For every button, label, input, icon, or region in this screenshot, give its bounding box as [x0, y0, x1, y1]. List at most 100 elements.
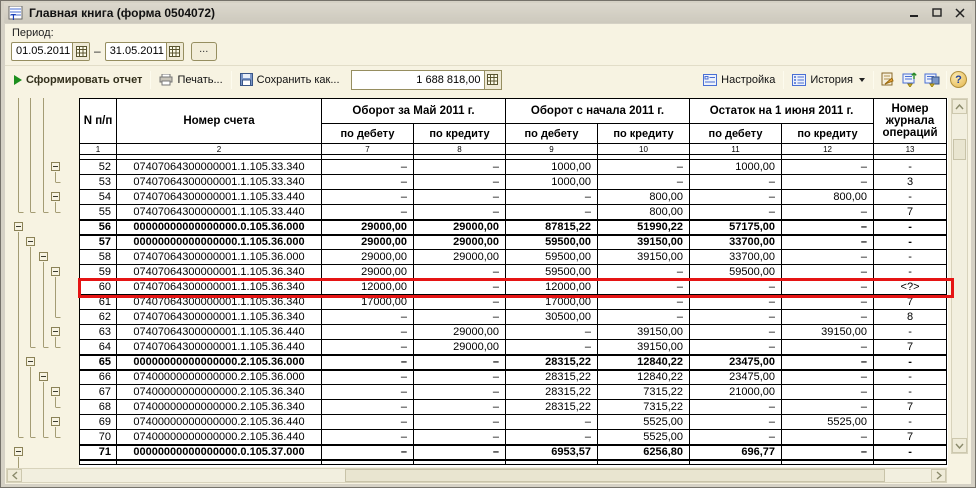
scroll-down-icon[interactable]	[952, 438, 967, 453]
open-settings-button[interactable]	[877, 70, 899, 90]
amount-cell[interactable]: –	[781, 353, 875, 371]
table-row[interactable]: 55 07407064300000001.1.105.33.440– – –800,0…	[79, 204, 948, 220]
amount-cell[interactable]: 12840,22	[596, 353, 691, 371]
row-number-cell[interactable]: 53	[79, 174, 117, 190]
amount-cell[interactable]: 12000,00	[321, 279, 414, 295]
amount-cell[interactable]: –	[781, 204, 875, 220]
group-collapse-toggle[interactable]	[39, 252, 48, 261]
amount-cell[interactable]: –	[413, 414, 506, 430]
table-row[interactable]: 57 00000000000000000.1.105.36.000 29000,00…	[79, 234, 948, 250]
scroll-up-icon[interactable]	[952, 99, 967, 114]
period-from-value[interactable]: 01.05.2011	[12, 43, 72, 60]
journal-cell[interactable]: -	[873, 384, 948, 400]
journal-cell[interactable]: 7	[873, 204, 948, 220]
amount-cell[interactable]: 5525,00	[781, 414, 875, 430]
amount-cell[interactable]: –	[689, 294, 783, 310]
amount-cell[interactable]: –	[689, 399, 783, 415]
amount-cell[interactable]: 39150,00	[781, 324, 875, 340]
amount-cell[interactable]: –	[781, 294, 875, 310]
amount-cell[interactable]: –	[781, 279, 875, 295]
calendar-icon[interactable]	[165, 42, 183, 60]
amount-cell[interactable]: 28315,22	[505, 369, 598, 385]
table-row[interactable]: 68 07400000000000000.2.105.36.340– –28315,…	[79, 399, 948, 415]
amount-cell[interactable]: –	[505, 204, 598, 220]
account-cell[interactable]: 07407064300000001.1.105.36.340	[116, 309, 322, 325]
account-cell[interactable]: 07407064300000001.1.105.36.340	[116, 264, 322, 280]
amount-cell[interactable]: 59500,00	[689, 264, 783, 280]
account-cell[interactable]: 00000000000000000.0.105.36.000	[116, 218, 322, 236]
amount-cell[interactable]: –	[321, 159, 414, 175]
account-cell[interactable]: 07400000000000000.2.105.36.340	[116, 399, 322, 415]
history-button[interactable]: История	[787, 71, 870, 89]
journal-cell[interactable]: <?>	[873, 279, 948, 295]
period-more-button[interactable]: ...	[190, 41, 217, 61]
minimize-button[interactable]	[907, 7, 920, 19]
amount-cell[interactable]: 6256,80	[596, 443, 691, 461]
row-number-cell[interactable]: 69	[79, 414, 117, 430]
table-row[interactable]: 56 00000000000000000.0.105.36.000 29000,00…	[79, 218, 948, 236]
group-collapse-toggle[interactable]	[39, 372, 48, 381]
account-cell[interactable]: 00000000000000000.2.105.36.000	[116, 353, 322, 371]
account-cell[interactable]: 07407064300000001.1.105.36.440	[116, 324, 322, 340]
calendar-icon[interactable]	[72, 42, 89, 60]
amount-cell[interactable]: –	[321, 189, 414, 205]
amount-cell[interactable]: –	[413, 429, 506, 445]
amount-cell[interactable]: –	[321, 414, 414, 430]
amount-cell[interactable]: –	[321, 384, 414, 400]
amount-cell[interactable]: –	[596, 264, 691, 280]
journal-cell[interactable]: 8	[873, 309, 948, 325]
amount-cell[interactable]: –	[781, 234, 875, 250]
amount-field[interactable]: 1 688 818,00	[350, 69, 502, 90]
amount-cell[interactable]: 7315,22	[596, 399, 691, 415]
amount-cell[interactable]: 51990,22	[596, 218, 691, 236]
group-collapse-toggle[interactable]	[51, 417, 60, 426]
row-number-cell[interactable]: 55	[79, 204, 117, 220]
vertical-scroll-thumb[interactable]	[953, 139, 966, 160]
row-number-cell[interactable]: 67	[79, 384, 117, 400]
table-row[interactable]: 64 07407064300000001.1.105.36.440–29000,0…	[79, 339, 948, 355]
row-number-cell[interactable]: 57	[79, 234, 117, 250]
group-collapse-toggle[interactable]	[26, 237, 35, 246]
amount-cell[interactable]: 29000,00	[321, 264, 414, 280]
amount-cell[interactable]: 5525,00	[596, 414, 691, 430]
period-to-field[interactable]: 31.05.2011	[104, 41, 184, 61]
amount-cell[interactable]: 87815,22	[505, 218, 598, 236]
amount-cell[interactable]: 39150,00	[596, 324, 691, 340]
maximize-button[interactable]	[930, 7, 943, 19]
amount-cell[interactable]: –	[321, 309, 414, 325]
account-cell[interactable]: 00000000000000000.0.105.37.000	[116, 443, 322, 461]
account-cell[interactable]: 07407064300000001.1.105.33.340	[116, 174, 322, 190]
amount-cell[interactable]: 800,00	[596, 189, 691, 205]
amount-cell[interactable]: 29000,00	[413, 249, 506, 265]
amount-cell[interactable]: 33700,00	[689, 249, 783, 265]
amount-cell[interactable]: –	[781, 309, 875, 325]
amount-cell[interactable]: 29000,00	[413, 339, 506, 355]
amount-cell[interactable]: 30500,00	[505, 309, 598, 325]
table-row[interactable]: 62 07407064300000001.1.105.36.340– –30500,…	[79, 309, 948, 325]
amount-cell[interactable]: 29000,00	[321, 218, 414, 236]
amount-cell[interactable]: –	[689, 324, 783, 340]
amount-cell[interactable]: –	[781, 369, 875, 385]
journal-cell[interactable]: -	[873, 414, 948, 430]
table-row[interactable]: 53 07407064300000001.1.105.33.340– –1000,0…	[79, 174, 948, 190]
group-collapse-toggle[interactable]	[14, 222, 23, 231]
amount-cell[interactable]: 39150,00	[596, 339, 691, 355]
amount-cell[interactable]: 17000,00	[505, 294, 598, 310]
table-row[interactable]: 58 07407064300000001.1.105.36.000 29000,00…	[79, 249, 948, 265]
help-button[interactable]: ?	[950, 71, 967, 88]
amount-cell[interactable]: –	[321, 443, 414, 461]
amount-cell[interactable]: –	[505, 429, 598, 445]
row-number-cell[interactable]: 66	[79, 369, 117, 385]
amount-cell[interactable]: 6953,57	[505, 443, 598, 461]
save-as-button[interactable]: Сохранить как...	[235, 70, 345, 89]
amount-cell[interactable]: 39150,00	[596, 234, 691, 250]
amount-cell[interactable]: 59500,00	[505, 234, 598, 250]
amount-cell[interactable]: –	[413, 174, 506, 190]
amount-cell[interactable]: –	[321, 174, 414, 190]
group-collapse-toggle[interactable]	[51, 192, 60, 201]
amount-cell[interactable]: 28315,22	[505, 399, 598, 415]
amount-cell[interactable]: 5525,00	[596, 429, 691, 445]
amount-cell[interactable]: 696,77	[689, 443, 783, 461]
amount-cell[interactable]: 23475,00	[689, 353, 783, 371]
period-from-field[interactable]: 01.05.2011	[11, 41, 90, 61]
